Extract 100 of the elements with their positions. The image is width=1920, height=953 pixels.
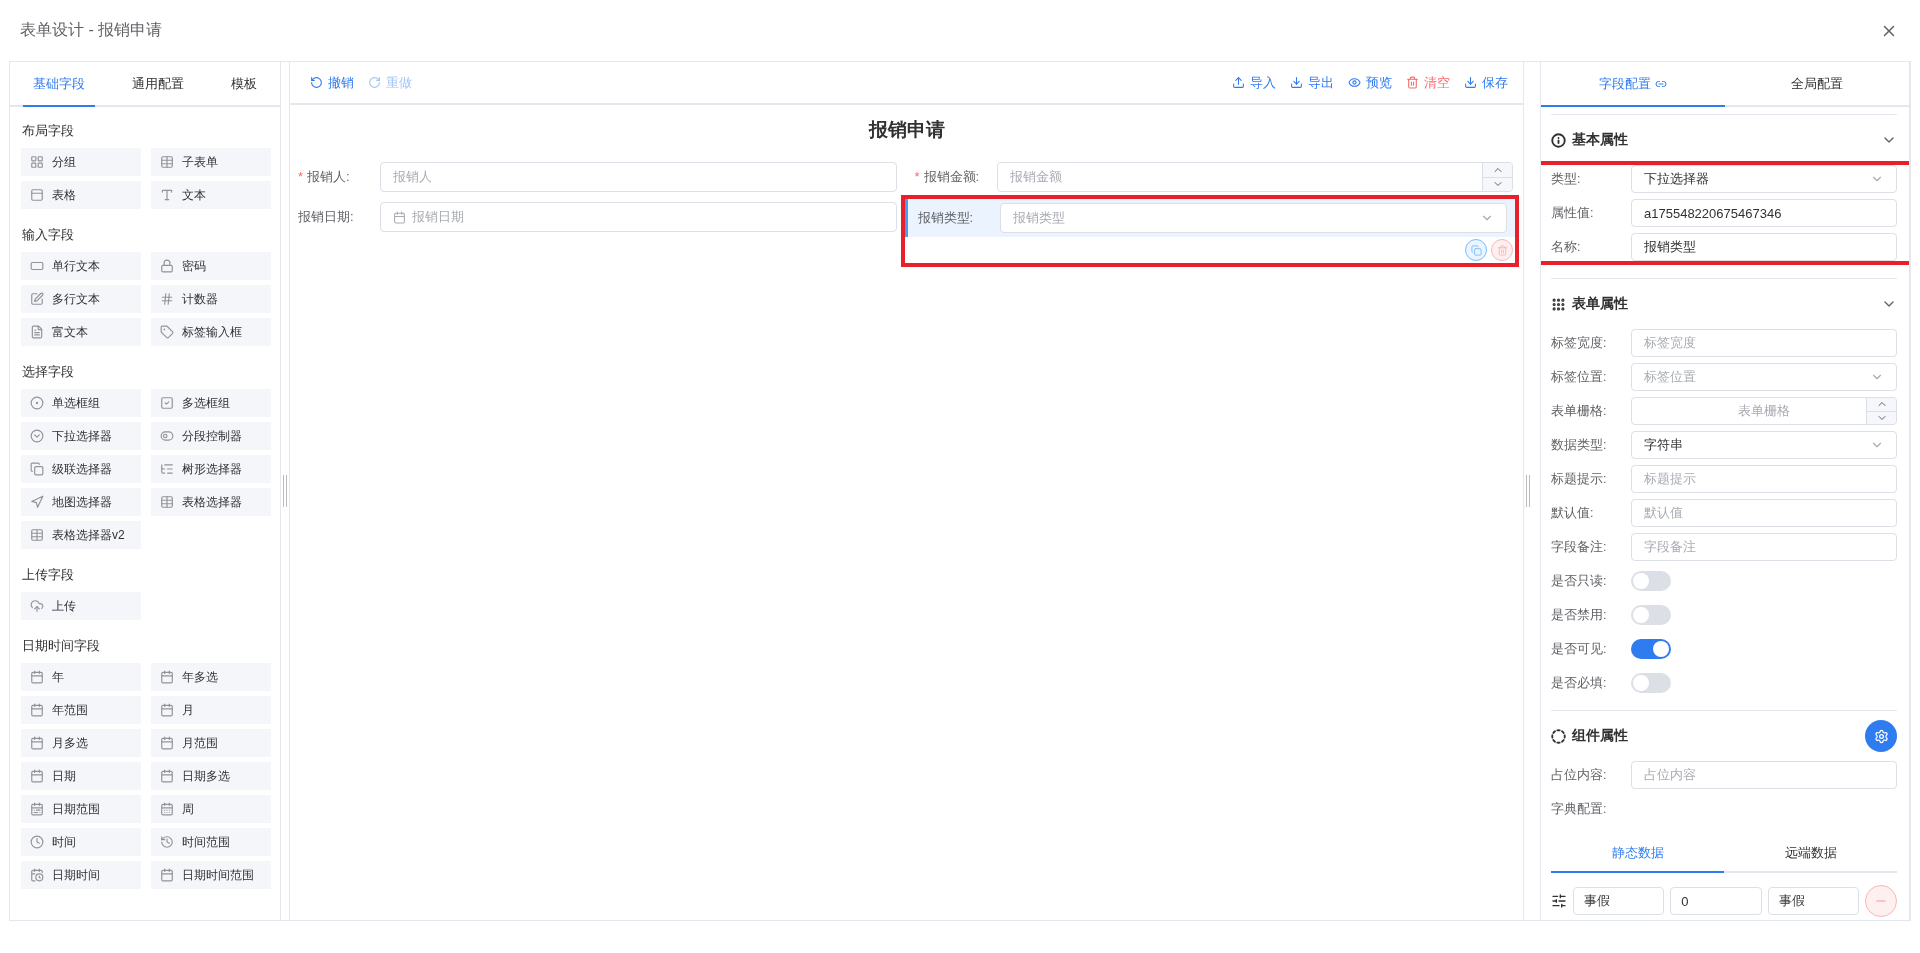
property-label: 属性值: [1551, 204, 1595, 222]
clock-icon [160, 835, 174, 849]
field-palette-item[interactable]: 日期 [21, 762, 141, 790]
property-label: 类型: [1551, 170, 1582, 188]
toggle-switch[interactable] [1631, 571, 1671, 591]
field-palette-item[interactable]: 上传 [21, 592, 141, 620]
input-field[interactable]: a175548220675467346 [1631, 199, 1897, 227]
selected-field[interactable]: 报销类型: 报销类型 [904, 199, 1515, 237]
input-field[interactable]: 事假 [1767, 887, 1859, 915]
resize-handle[interactable] [283, 475, 287, 507]
calendar-icon [160, 769, 174, 783]
field-palette-item[interactable]: 日期多选 [151, 762, 271, 790]
field-palette-item[interactable]: 地图选择器 [21, 488, 141, 516]
field-palette-item[interactable]: 年 [21, 663, 141, 691]
checkbox-icon [160, 396, 174, 410]
field-palette-item[interactable]: 周 [151, 795, 271, 823]
drag-handle-icon[interactable] [1551, 893, 1567, 909]
field-palette-item[interactable]: 下拉选择器 [21, 422, 141, 450]
field-palette-item[interactable]: 时间 [21, 828, 141, 856]
property-label: 字段备注: [1551, 538, 1608, 556]
property-label: 表单栅格: [1551, 402, 1608, 420]
settings-button[interactable] [1865, 720, 1897, 752]
property-label: 标题提示: [1551, 470, 1608, 488]
grid-icon [1551, 296, 1566, 312]
toolbar-button[interactable]: 撤销 [310, 73, 354, 92]
table-icon [30, 528, 44, 542]
field-palette-item[interactable]: 分段控制器 [151, 422, 271, 450]
toggle-switch[interactable] [1631, 673, 1671, 693]
field-palette-item[interactable]: 日期时间范围 [151, 861, 271, 889]
tab[interactable]: 模板 [220, 62, 267, 107]
field-palette-item[interactable]: 文本 [151, 181, 271, 209]
calendar-icon [393, 210, 406, 224]
tab[interactable]: 全局配置 [1725, 62, 1909, 107]
field-palette-item[interactable]: 月多选 [21, 729, 141, 757]
field-palette-item[interactable]: 计数器 [151, 285, 271, 313]
field-palette-item[interactable]: 富文本 [21, 318, 141, 346]
toggle-switch[interactable] [1631, 639, 1671, 659]
remove-button[interactable] [1865, 885, 1897, 917]
input-field[interactable]: 报销类型 [1631, 233, 1897, 261]
field-palette-item[interactable]: 月范围 [151, 729, 271, 757]
calendar-icon [30, 670, 44, 684]
tab[interactable]: 静态数据 [1551, 835, 1724, 873]
property-label: 数据类型: [1551, 436, 1608, 454]
property-label: 标签宽度: [1551, 334, 1608, 352]
toggle-icon [160, 429, 174, 443]
download-icon [1290, 76, 1303, 89]
select-field[interactable]: 下拉选择器 [1631, 165, 1897, 193]
tab[interactable]: 基础字段 [23, 62, 96, 107]
calendar-icon [160, 736, 174, 750]
field-palette-item[interactable]: 分组 [21, 148, 141, 176]
field-palette-item[interactable]: 月 [151, 696, 271, 724]
tab[interactable]: 字段配置 [1541, 62, 1725, 107]
toolbar-button[interactable]: 导出 [1290, 73, 1334, 92]
select-field[interactable]: 字符串 [1631, 431, 1897, 459]
property-label: 是否只读: [1551, 572, 1608, 590]
field-palette-item[interactable]: 年多选 [151, 663, 271, 691]
field-palette-item[interactable]: 时间范围 [151, 828, 271, 856]
input-field[interactable]: 0 [1670, 887, 1762, 915]
tab[interactable]: 远端数据 [1724, 835, 1897, 873]
field-label: 报销类型: [917, 209, 975, 227]
field-palette-item[interactable]: 标签输入框 [151, 318, 271, 346]
field-palette-item[interactable]: 日期时间 [21, 861, 141, 889]
field-palette-item[interactable]: 表格 [21, 181, 141, 209]
toggle-switch[interactable] [1631, 605, 1671, 625]
toolbar-button[interactable]: 预览 [1348, 73, 1392, 92]
form-title: 报销申请 [867, 118, 946, 142]
hash-icon [160, 292, 174, 306]
field-palette-item[interactable]: 子表单 [151, 148, 271, 176]
component-icon [1551, 728, 1566, 744]
property-label: 是否可见: [1551, 640, 1608, 658]
copy-button[interactable] [1465, 239, 1487, 261]
trash-icon [1406, 76, 1419, 89]
field-palette-item[interactable]: 密码 [151, 252, 271, 280]
toolbar-button[interactable]: 保存 [1464, 73, 1508, 92]
field-palette-item[interactable]: 年范围 [21, 696, 141, 724]
field-palette-item[interactable]: 多选框组 [151, 389, 271, 417]
field-palette-item[interactable]: 多行文本 [21, 285, 141, 313]
field-palette-item[interactable]: 级联选择器 [21, 455, 141, 483]
input-icon [30, 259, 44, 273]
group-heading: 输入字段 [22, 226, 75, 244]
input-field[interactable]: 事假 [1573, 887, 1665, 915]
field-palette-item[interactable]: 单行文本 [21, 252, 141, 280]
calendar-icon [160, 703, 174, 717]
info-icon [1551, 132, 1566, 148]
field-palette-item[interactable]: 日期范围 [21, 795, 141, 823]
radio-icon [30, 396, 44, 410]
field-palette-item[interactable]: 表格选择器 [151, 488, 271, 516]
field-palette-item[interactable]: 表格选择器v2 [21, 521, 141, 549]
grid-icon [30, 155, 44, 169]
toolbar-button[interactable]: 导入 [1232, 73, 1276, 92]
textarea-icon [30, 292, 44, 306]
tab[interactable]: 通用配置 [122, 62, 194, 107]
delete-button[interactable] [1491, 239, 1513, 261]
resize-handle[interactable] [1526, 475, 1530, 507]
calendar-icon [30, 802, 44, 816]
field-palette-item[interactable]: 树形选择器 [151, 455, 271, 483]
tag-icon [160, 325, 174, 339]
calendar-clock-icon [30, 868, 44, 882]
clock-icon [30, 835, 44, 849]
field-palette-item[interactable]: 单选框组 [21, 389, 141, 417]
